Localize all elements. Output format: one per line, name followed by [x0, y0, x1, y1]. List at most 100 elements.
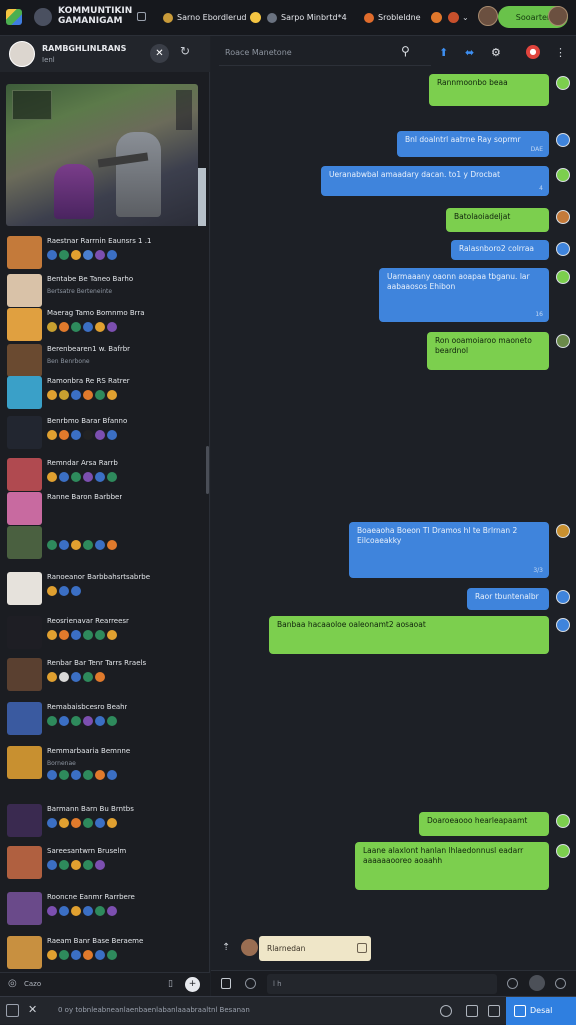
message-bubble[interactable]: Banbaa hacaaoloe oaleonamt2 aosaoat	[269, 616, 549, 654]
player-row[interactable]: Remabaisbcesro Beahr	[0, 700, 205, 738]
badge-icon	[447, 12, 459, 23]
pin-icon[interactable]: ⬆	[439, 46, 448, 59]
message-bubble[interactable]: Ueranabwbal amaadary dacan. to1 y Drocba…	[321, 166, 549, 196]
player-row[interactable]	[0, 524, 205, 562]
message-text: Doaroeaooo hearleapaamt	[427, 816, 528, 825]
player-status: Ben Benrbone	[47, 358, 90, 365]
window-icon[interactable]	[488, 1005, 500, 1017]
user-avatar-2[interactable]	[548, 6, 568, 26]
message-input[interactable]: l h	[267, 974, 497, 994]
options-icon[interactable]	[555, 978, 566, 989]
tab-chip-label: Sarpo Minbrtd*4	[281, 13, 347, 22]
profile-avatar[interactable]	[9, 41, 35, 67]
player-row[interactable]: Remndar Arsa Rarrb	[0, 456, 205, 494]
badge-icon	[59, 950, 69, 960]
sender-avatar[interactable]	[556, 76, 570, 90]
app-avatar[interactable]	[34, 8, 52, 26]
attach-icon[interactable]	[221, 978, 231, 989]
message-bubble[interactable]: Bnl doalntrl aatrne Ray soprmr DAE	[397, 131, 549, 157]
phone-icon[interactable]: ▯	[168, 979, 173, 989]
player-row[interactable]: Raestnar Rarrnin Eaunsrs 1 .1	[0, 234, 205, 272]
search-icon[interactable]: ⚲	[401, 44, 410, 58]
close-icon[interactable]: ✕	[28, 1003, 37, 1016]
player-row[interactable]: Remmarbaaria Bemnne Bornenae	[0, 744, 205, 782]
refresh-icon[interactable]: ↻	[180, 44, 190, 58]
draft-chip[interactable]: Rlarnedan	[259, 936, 371, 961]
player-name: Berenbearen1 w. Bafrbr	[47, 345, 131, 353]
sidebar-scrollbar[interactable]	[206, 446, 209, 494]
player-row[interactable]: Benrbmo Barar Bfanno	[0, 414, 205, 452]
window-square-icon[interactable]	[137, 12, 146, 21]
user-avatar[interactable]	[478, 6, 498, 26]
message-meta: 4	[539, 185, 543, 192]
sender-avatar[interactable]	[556, 524, 570, 538]
layout-icon[interactable]	[466, 1005, 478, 1017]
player-avatar	[7, 746, 42, 779]
badge-icon	[83, 430, 93, 440]
mic-icon[interactable]	[529, 975, 545, 991]
status-text: 0 oy tobnleabneanlaenbaenlabanlaaabraalt…	[58, 1006, 250, 1014]
search-input[interactable]: Roace Manetone	[219, 40, 431, 66]
window-icon[interactable]	[6, 1004, 19, 1017]
record-icon[interactable]: ●	[526, 45, 540, 59]
add-icon[interactable]: +	[185, 977, 200, 992]
message-bubble[interactable]: Batolaoiadeljat	[446, 208, 549, 232]
player-row[interactable]: Reosrienavar Rearreesr	[0, 614, 205, 652]
badge-icon	[59, 540, 69, 550]
sender-avatar[interactable]	[556, 814, 570, 828]
sender-avatar[interactable]	[556, 590, 570, 604]
player-row[interactable]: Rooncne Eanmr Rarrbere	[0, 890, 205, 928]
message-bubble[interactable]: Doaroeaooo hearleapaamt	[419, 812, 549, 836]
player-badges	[47, 770, 117, 780]
message-bubble[interactable]: Laane alaxlont hanlan lhlaedonnusl eadar…	[355, 842, 549, 890]
player-row[interactable]: Sareesantwrn Bruselm	[0, 844, 205, 882]
player-row[interactable]: Bentabe Be Taneo Barho Bertsatre Bertenei…	[0, 272, 205, 310]
player-row[interactable]: Raeam Banr Base Beraeme	[0, 934, 205, 972]
sender-avatar[interactable]	[556, 618, 570, 632]
app-title: KOMMUNTIKIN GAMANIGAM	[58, 6, 132, 26]
camera-icon[interactable]	[507, 978, 518, 989]
more-icon[interactable]: ⋮	[555, 46, 566, 59]
tab-chip-2[interactable]: Sarpo Minbrtd*4	[267, 10, 347, 25]
player-row[interactable]: Barmann Barn Bu Brntbs	[0, 802, 205, 840]
sender-avatar[interactable]	[556, 242, 570, 256]
player-badges	[47, 540, 117, 550]
share-icon[interactable]: ⬌	[465, 46, 474, 59]
tab-chip-1[interactable]: Sarno Ebordlerud	[163, 10, 262, 25]
badge-icon	[47, 322, 57, 332]
chevron-down-icon[interactable]: ⌄	[462, 10, 469, 25]
message-text: Bnl doalntrl aatrne Ray soprmr	[405, 135, 521, 144]
sender-avatar[interactable]	[556, 210, 570, 224]
player-row[interactable]: Ramonbra Re RS Ratrer	[0, 374, 205, 412]
pin-icon[interactable]: ⇡	[222, 942, 230, 953]
message-bubble[interactable]: Boaeaoha Boeon Tl Dramos hl te Brlrnan 2…	[349, 522, 549, 578]
search-icon[interactable]	[440, 1005, 452, 1017]
sender-avatar[interactable]	[556, 168, 570, 182]
badge-icon	[47, 250, 57, 260]
close-icon[interactable]: ✕	[150, 44, 169, 63]
globe-icon[interactable]: ◎	[8, 978, 17, 989]
expand-icon[interactable]	[357, 943, 367, 953]
tab-chip-3[interactable]: Srobleldne	[364, 10, 459, 25]
send-button[interactable]: Desal	[506, 997, 576, 1025]
player-row[interactable]: Ranne Baron Barbber	[0, 490, 205, 528]
player-name: Maerag Tamo Bomnmo Brra	[47, 309, 145, 317]
sender-avatar[interactable]	[556, 133, 570, 147]
player-badges	[47, 818, 117, 828]
player-row[interactable]: Ranoeanor Barbbahsrtsabrbe	[0, 570, 205, 608]
settings-icon[interactable]: ⚙	[491, 46, 501, 59]
badge-icon	[59, 630, 69, 640]
player-row[interactable]: Renbar Bar Tenr Tarrs Rraels	[0, 656, 205, 694]
player-row[interactable]: Maerag Tamo Bomnmo Brra	[0, 306, 205, 344]
sender-avatar[interactable]	[556, 270, 570, 284]
message-bubble[interactable]: Uarmaaany oaonn aoapaa tbganu. lar aabaa…	[379, 268, 549, 322]
sender-avatar[interactable]	[556, 334, 570, 348]
sender-avatar[interactable]	[556, 844, 570, 858]
message-bubble[interactable]: Ron ooamoiaroo maoneto beardnol	[427, 332, 549, 370]
message-bubble[interactable]: Raor tbuntenalbr	[467, 588, 549, 610]
message-bubble[interactable]: Ralasnboro2 colrraa	[451, 240, 549, 260]
emoji-icon[interactable]	[245, 978, 256, 989]
message-bubble[interactable]: Rannmoonbo beaa	[429, 74, 549, 106]
game-preview[interactable]	[6, 84, 198, 226]
badge-icon	[107, 818, 117, 828]
